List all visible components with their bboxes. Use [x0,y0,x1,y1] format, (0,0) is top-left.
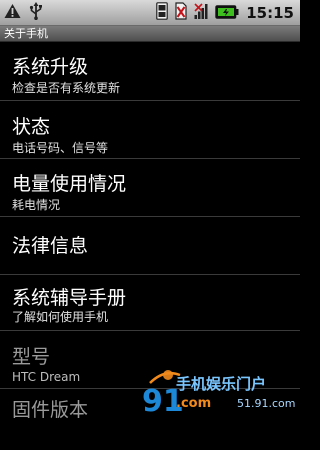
menu-item-status[interactable]: 状态 电话号码、信号等 [0,101,300,159]
page-title: 关于手机 [4,27,48,40]
menu-item-label: 型号 [12,346,51,368]
menu-item-battery-use[interactable]: 电量使用情况 耗电情况 [0,159,300,217]
status-bar-notifications[interactable] [4,2,43,24]
usb-icon [29,2,43,24]
menu-item-label: 系统升级 [12,56,89,78]
menu-item-summary: 了解如何使用手机 [12,310,109,324]
watermark-logo: 91 .com 手机娱乐门户 51.91.com [140,365,300,419]
menu-item-system-update[interactable]: 系统升级 检查是否有系统更新 [0,42,300,101]
no-sim-icon [175,2,187,24]
menu-item-summary: HTC Dream [12,370,81,384]
menu-item-legal-info[interactable]: 法律信息 [0,217,300,275]
watermark-svg: 91 .com 手机娱乐门户 51.91.com [142,370,295,419]
menu-item-summary: 电话号码、信号等 [12,141,109,155]
watermark-com: .com [176,396,211,411]
watermark-brand: 手机娱乐门户 [176,375,266,393]
clock: 15:15 [246,4,294,22]
menu-item-label: 固件版本 [12,399,89,421]
title-bar: 关于手机 [0,26,300,42]
signal-icon [194,2,208,24]
menu-item-summary: 检查是否有系统更新 [12,81,121,95]
status-bar: 15:15 [0,0,300,26]
menu-item-summary: 耗电情况 [12,198,61,212]
menu-item-label: 状态 [12,116,51,138]
warning-icon [4,3,21,23]
menu-item-system-tutorial[interactable]: 系统辅导手册 了解如何使用手机 [0,275,300,331]
menu-item-label: 法律信息 [12,235,89,257]
menu-item-label: 系统辅导手册 [12,287,127,309]
sync-icon [156,2,169,24]
battery-icon [215,4,239,23]
watermark-domain: 51.91.com [237,397,295,410]
menu-item-label: 电量使用情况 [12,173,127,195]
